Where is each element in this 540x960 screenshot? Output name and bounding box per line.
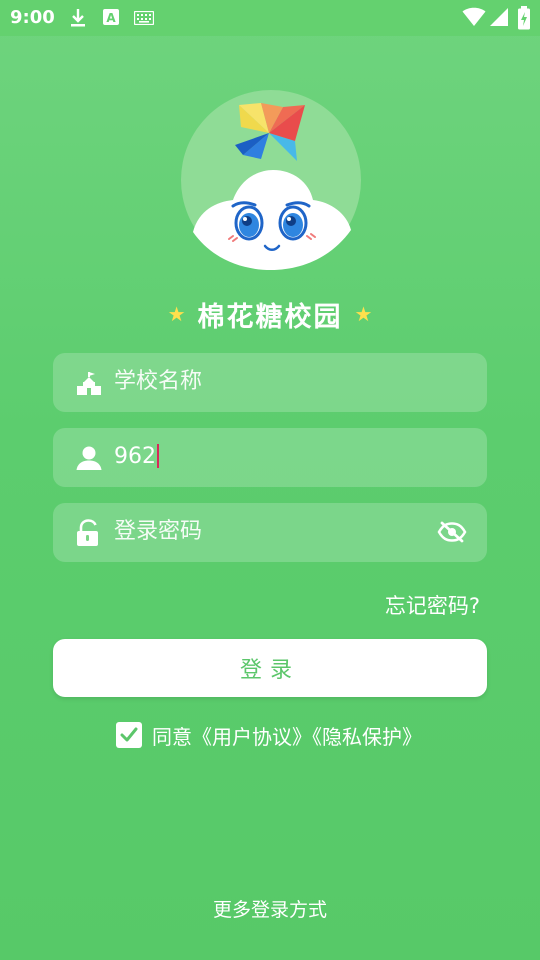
agreement-text: 同意《用户协议》《隐私保护》 bbox=[152, 721, 422, 750]
school-name-placeholder: 学校名称 bbox=[114, 369, 203, 394]
agree-checkbox[interactable] bbox=[116, 722, 142, 748]
cellular-signal-icon bbox=[490, 8, 508, 26]
lock-icon bbox=[77, 519, 98, 546]
download-icon bbox=[71, 9, 85, 27]
password-input[interactable]: 登录密码 bbox=[53, 503, 487, 562]
keyboard-icon bbox=[134, 11, 154, 25]
svg-text:A: A bbox=[106, 11, 116, 25]
username-value: 962 bbox=[114, 443, 159, 471]
privacy-policy-link[interactable]: 《隐私保护》 bbox=[312, 725, 422, 749]
star-icon: ★ bbox=[167, 302, 186, 326]
status-time: 9:00 bbox=[10, 7, 55, 28]
status-bar: 9:00 A bbox=[0, 0, 540, 36]
battery-icon bbox=[518, 6, 530, 30]
agreement-row: 同意《用户协议》《隐私保护》 bbox=[116, 720, 422, 750]
password-placeholder: 登录密码 bbox=[114, 519, 203, 544]
app-title: 棉花糖校园 bbox=[197, 301, 343, 333]
more-login-methods-link[interactable]: 更多登录方式 bbox=[0, 895, 540, 922]
login-button[interactable]: 登录 bbox=[53, 639, 487, 697]
agree-prefix: 同意 bbox=[152, 724, 192, 749]
wifi-icon bbox=[462, 7, 486, 26]
school-icon bbox=[77, 372, 101, 395]
user-agreement-link[interactable]: 《用户协议》 bbox=[192, 725, 312, 749]
forgot-password-link[interactable]: 忘记密码? bbox=[385, 590, 480, 620]
star-icon: ★ bbox=[354, 302, 373, 326]
eye-off-icon[interactable] bbox=[437, 520, 467, 544]
text-cursor bbox=[157, 443, 159, 468]
font-a-icon: A bbox=[103, 9, 119, 25]
username-input[interactable]: 962 bbox=[53, 428, 487, 487]
app-title-row: ★ 棉花糖校园 ★ bbox=[0, 294, 540, 334]
app-logo bbox=[181, 90, 361, 270]
school-name-input[interactable]: 学校名称 bbox=[53, 353, 487, 412]
user-icon bbox=[76, 446, 102, 470]
check-icon bbox=[120, 727, 138, 742]
